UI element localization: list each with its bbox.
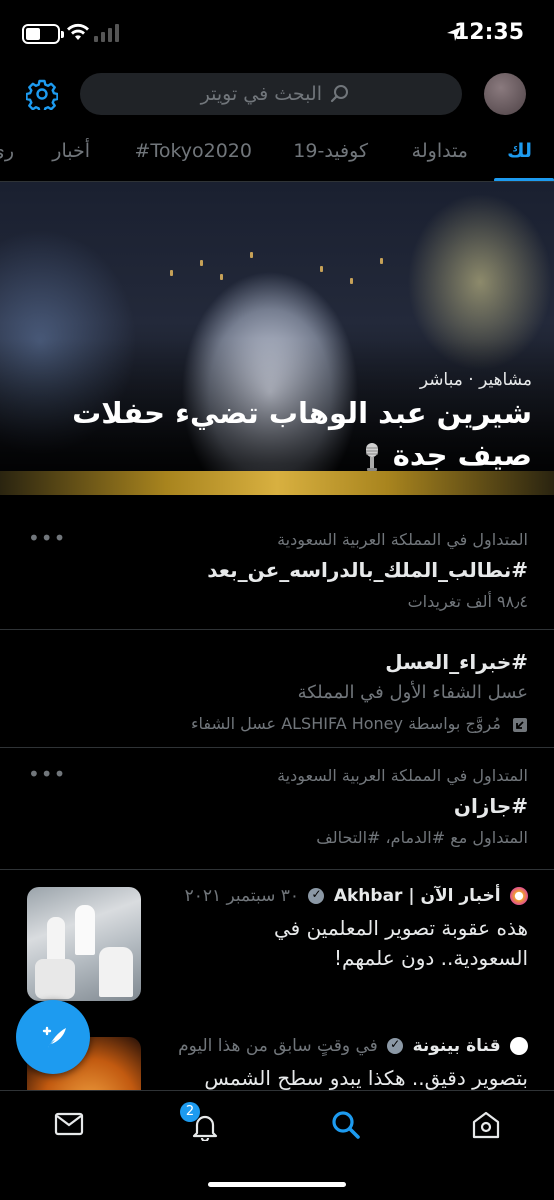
compose-tweet-button[interactable] [16,1000,90,1074]
trend-context: المتداول في المملكة العربية السعودية [277,766,528,785]
news-title-line1: هذه عقوبة تصوير المعلمين في [273,916,528,940]
trend-item[interactable]: المتداول في المملكة العربية السعودية #جا… [0,748,554,870]
promoted-trend-item[interactable]: #خبراء_العسل عسل الشفاء الأول في المملكة… [0,630,554,748]
news-date: ٣٠ سبتمبر ٢٠٢١ [184,886,300,906]
tab-news[interactable]: أخبار [52,140,90,162]
home-icon[interactable] [470,1109,502,1141]
microphone-icon [365,443,378,471]
news-source-line: قناة بينونة في وقتٍ سابق من هذا اليوم [178,1036,528,1056]
more-options-icon[interactable]: ••• [28,526,66,550]
compose-feather-icon [42,1026,66,1048]
trend-tweet-count: ٩٨٫٤ ألف تغريدات [407,592,528,611]
tab-covid19[interactable]: كوفيد-19 [293,140,368,162]
news-title-line1: بتصوير دقيق.. هكذا يبدو سطح الشمس [204,1066,528,1090]
cellular-signal-icon [94,24,119,42]
wifi-icon [67,23,89,40]
news-item[interactable]: أخبار الآن | Akhbar ٣٠ سبتمبر ٢٠٢١ هذه ع… [0,870,554,1020]
search-icon [330,85,348,103]
status-bar: 12:35 [0,0,554,66]
news-source-line: أخبار الآن | Akhbar ٣٠ سبتمبر ٢٠٢١ [185,886,528,906]
home-indicator [208,1182,346,1187]
status-time: 12:35 [453,20,524,45]
more-options-icon[interactable]: ••• [28,762,66,786]
promoted-label-wrap: مُروَّج بواسطة ALSHIFA Honey عسل الشفاء [191,714,528,733]
tab-trending[interactable]: متداولة [412,140,468,162]
news-thumbnail [27,887,141,1001]
notifications-badge: 2 [180,1102,200,1122]
featured-event-caption[interactable]: مشاهير · مباشر شيرين عبد الوهاب تضيء حفل… [22,370,532,474]
promoted-by-label: مُروَّج بواسطة ALSHIFA Honey عسل الشفاء [190,714,501,733]
event-title-line2: صيف جدة [392,438,532,472]
verified-badge-icon [308,887,325,904]
tab-for-you[interactable]: لك [507,140,532,162]
event-title-line2-wrap: صيف جدة [22,436,532,474]
news-source-name: قناة بينونة [412,1036,501,1056]
promoted-icon [513,717,527,732]
news-source-logo [510,1037,528,1055]
trend-name: #جازان [453,794,528,818]
profile-avatar[interactable] [484,73,526,115]
news-source-name: أخبار الآن | Akhbar [333,886,501,906]
explore-tabs: لك متداولة كوفيد-19 #Tokyo2020 أخبار ري [0,126,554,182]
tab-tokyo2020[interactable]: #Tokyo2020 [135,140,252,162]
trend-name: #خبراء_العسل [385,650,528,674]
verified-badge-icon [387,1037,404,1054]
messages-envelope-icon[interactable] [54,1111,84,1137]
trend-context: المتداول في المملكة العربية السعودية [277,530,528,549]
trend-name: #نطالب_الملك_بالدراسه_عن_بعد [207,558,528,582]
trend-item[interactable]: المتداول في المملكة العربية السعودية #نط… [0,512,554,630]
tab-sports[interactable]: ري [0,140,14,162]
news-date: في وقتٍ سابق من هذا اليوم [178,1036,378,1056]
search-input[interactable] [192,83,322,105]
event-title-line1: شيرين عبد الوهاب تضيء حفلات [72,396,532,430]
trend-description: عسل الشفاء الأول في المملكة [297,682,528,703]
news-title-line2: السعودية.. دون علمهم! [333,946,528,970]
search-bar[interactable] [80,73,462,115]
battery-icon [22,24,64,44]
event-category: مشاهير · مباشر [419,370,532,390]
settings-gear-icon[interactable] [26,78,58,110]
trend-related: المتداول مع #الدمام، #التحالف [316,828,528,847]
news-source-logo [510,887,528,905]
explore-search-icon[interactable] [330,1109,362,1141]
